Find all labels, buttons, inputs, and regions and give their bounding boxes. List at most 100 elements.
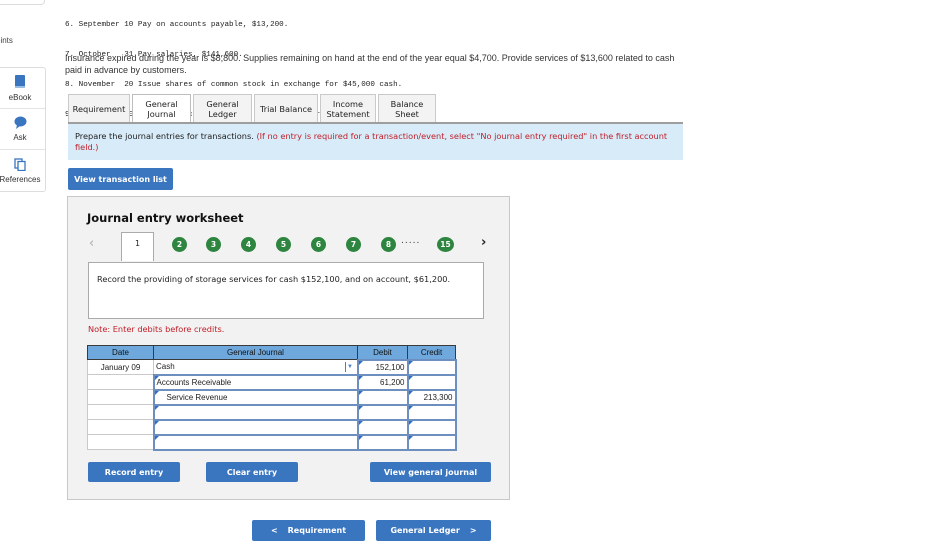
- account-select[interactable]: [152, 418, 359, 436]
- next-general-ledger-button[interactable]: General Ledger >: [376, 520, 491, 541]
- input-corner-marker: [154, 420, 159, 425]
- tab-general-journal[interactable]: General Journal: [132, 94, 191, 123]
- debit-input[interactable]: [356, 433, 409, 451]
- account-select[interactable]: Accounts Receivable: [152, 373, 359, 391]
- credit-input[interactable]: [406, 403, 457, 421]
- table-row: January 09 Cash ▼ 152,100: [87, 358, 457, 376]
- page-3[interactable]: 3: [206, 237, 221, 252]
- input-corner-marker: [408, 420, 413, 425]
- view-transaction-list-button[interactable]: View transaction list: [68, 168, 173, 190]
- account-select[interactable]: Cash ▼: [153, 359, 358, 375]
- sidebar-item-ebook[interactable]: eBook: [0, 68, 45, 109]
- chevron-left-icon[interactable]: ‹: [89, 236, 94, 251]
- next-button-label: General Ledger: [390, 526, 460, 535]
- credit-value: 213,300: [423, 392, 453, 402]
- page-4[interactable]: 4: [241, 237, 256, 252]
- tab-bar: Requirement General Journal General Ledg…: [68, 94, 438, 123]
- page-6[interactable]: 6: [311, 237, 326, 252]
- table-row: [87, 403, 457, 421]
- points-label: oints: [0, 36, 13, 45]
- debit-value: 152,100: [375, 362, 405, 372]
- table-row: Service Revenue 213,300: [87, 388, 457, 406]
- debit-input[interactable]: [356, 388, 409, 406]
- credit-input[interactable]: [406, 433, 457, 451]
- debits-note: Note: Enter debits before credits.: [88, 324, 225, 334]
- transaction-description: Record the providing of storage services…: [88, 262, 484, 319]
- debit-input[interactable]: 152,100: [356, 358, 409, 376]
- date-cell: January 09: [87, 359, 154, 375]
- instructions-text: Prepare the journal entries for transact…: [75, 131, 257, 141]
- col-date: Date: [87, 345, 154, 360]
- debit-input[interactable]: [356, 418, 409, 436]
- input-corner-marker: [358, 390, 363, 395]
- sidebar-item-label: eBook: [8, 92, 32, 102]
- debit-value: 61,200: [380, 377, 405, 387]
- account-select[interactable]: [152, 403, 359, 421]
- prev-requirement-button[interactable]: < Requirement: [252, 520, 365, 541]
- record-entry-button[interactable]: Record entry: [88, 462, 180, 482]
- col-general-journal: General Journal: [153, 345, 358, 360]
- page-5[interactable]: 5: [276, 237, 291, 252]
- input-corner-marker: [358, 405, 363, 410]
- input-corner-marker: [154, 435, 159, 440]
- date-cell: [87, 389, 154, 405]
- input-corner-marker: [408, 360, 413, 365]
- tab-trial-balance[interactable]: Trial Balance: [254, 94, 318, 123]
- table-row: Accounts Receivable 61,200: [87, 373, 457, 391]
- input-corner-marker: [154, 405, 159, 410]
- input-corner-marker: [154, 390, 159, 395]
- book-icon: [14, 74, 26, 91]
- col-credit: Credit: [407, 345, 456, 360]
- credit-input[interactable]: 213,300: [406, 388, 457, 406]
- input-corner-marker: [408, 435, 413, 440]
- journal-table: Date General Journal Debit Credit Januar…: [87, 345, 457, 451]
- worksheet-title: Journal entry worksheet: [87, 211, 244, 225]
- sidebar-top-box: [0, 0, 45, 5]
- tab-income-statement[interactable]: Income Statement: [320, 94, 376, 123]
- page-7[interactable]: 7: [346, 237, 361, 252]
- input-corner-marker: [358, 420, 363, 425]
- debit-input[interactable]: 61,200: [356, 373, 409, 391]
- prev-button-label: Requirement: [287, 526, 347, 535]
- account-select[interactable]: Service Revenue: [152, 388, 359, 406]
- chat-bubble-icon: [14, 116, 27, 131]
- credit-input[interactable]: [406, 358, 457, 376]
- input-corner-marker: [154, 375, 159, 380]
- credit-input[interactable]: [406, 373, 457, 391]
- sidebar-item-ask[interactable]: Ask: [0, 109, 45, 150]
- account-select[interactable]: [152, 433, 359, 451]
- date-cell: [87, 419, 154, 435]
- page-15[interactable]: 15: [437, 237, 454, 252]
- journal-entry-worksheet: Journal entry worksheet ‹ 1 2 3 4 5 6 7 …: [67, 196, 510, 500]
- input-corner-marker: [408, 405, 413, 410]
- transaction-line: 8. November 20 Issue shares of common st…: [65, 81, 403, 89]
- copy-pages-icon: [14, 157, 26, 173]
- input-corner-marker: [358, 435, 363, 440]
- page-2[interactable]: 2: [172, 237, 187, 252]
- col-debit: Debit: [357, 345, 408, 360]
- tab-requirement[interactable]: Requirement: [68, 94, 130, 123]
- input-corner-marker: [408, 390, 413, 395]
- chevron-left-icon: <: [270, 526, 278, 535]
- date-cell: [87, 434, 154, 450]
- page-current[interactable]: 1: [121, 232, 154, 261]
- debit-input[interactable]: [356, 403, 409, 421]
- info-paragraph: Insurance expired during the year is $8,…: [65, 53, 675, 75]
- account-value: Accounts Receivable: [156, 377, 232, 387]
- chevron-right-icon[interactable]: ›: [481, 235, 486, 250]
- account-value: Cash: [156, 362, 175, 372]
- chevron-down-icon[interactable]: ▼: [344, 362, 355, 372]
- tab-balance-sheet[interactable]: Balance Sheet: [378, 94, 436, 123]
- chevron-right-icon: >: [469, 526, 477, 535]
- sidebar-item-label: Ask: [13, 133, 27, 142]
- journal-header-row: Date General Journal Debit Credit: [87, 345, 456, 360]
- account-value: Service Revenue: [166, 392, 228, 402]
- sidebar-item-references[interactable]: References: [0, 150, 45, 191]
- table-row: [87, 418, 457, 436]
- page-8[interactable]: 8: [381, 237, 396, 252]
- view-general-journal-button[interactable]: View general journal: [370, 462, 491, 482]
- tab-general-ledger[interactable]: General Ledger: [193, 94, 252, 123]
- clear-entry-button[interactable]: Clear entry: [206, 462, 298, 482]
- sidebar-item-label: References: [0, 174, 41, 184]
- credit-input[interactable]: [406, 418, 457, 436]
